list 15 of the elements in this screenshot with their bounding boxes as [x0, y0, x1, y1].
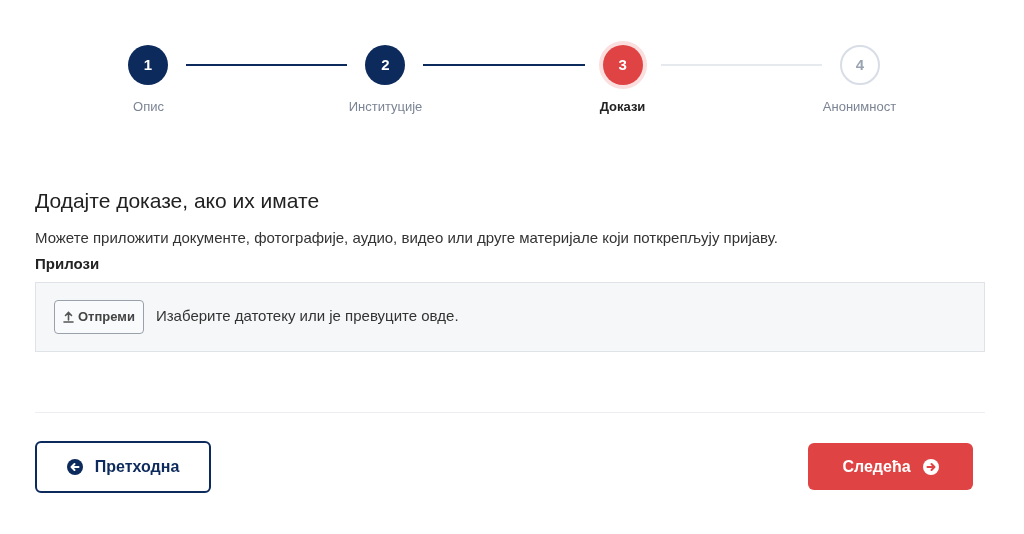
next-button[interactable]: Следећа: [808, 443, 973, 490]
section-heading: Додајте доказе, ако их имате: [35, 187, 321, 214]
step-label: Анонимност: [822, 98, 897, 116]
attachments-label: Прилози: [35, 254, 101, 274]
step-label: Докази: [599, 98, 646, 116]
arrow-left-icon: [66, 458, 83, 475]
arrow-right-icon: [922, 458, 939, 475]
upload-button[interactable]: Отпреми: [54, 299, 144, 334]
previous-button[interactable]: Претходна: [35, 440, 211, 493]
upload-icon: [63, 310, 74, 323]
file-dropzone[interactable]: Отпреми Изаберите датотеку или је превуците овде.: [35, 281, 985, 352]
section-description: Можете приложити документе, фотографије, аудио, видео или друге материјале који поткрепљују пријаву.: [35, 227, 779, 248]
step-label: Опис: [133, 98, 164, 116]
step-label: Институције: [348, 98, 423, 116]
upload-hint: Изаберите датотеку или је превуците овде.: [155, 306, 459, 327]
